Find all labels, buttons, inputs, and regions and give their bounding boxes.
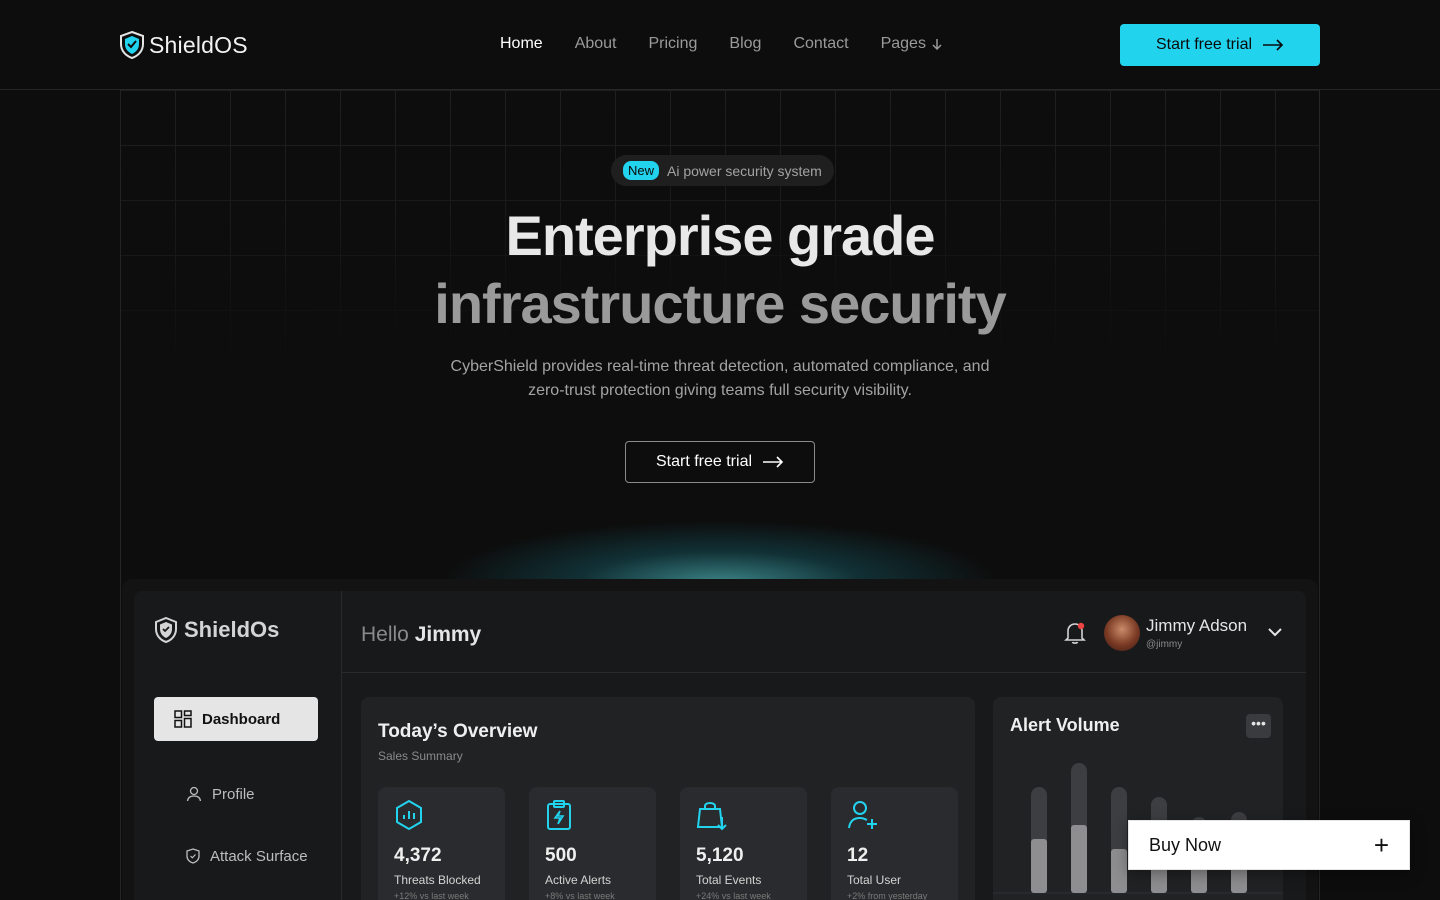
- bag-download-icon: [696, 802, 727, 831]
- stat-card-users[interactable]: 12 Total User +2% from yesterday: [831, 787, 958, 900]
- announcement-badge[interactable]: New Ai power security system: [611, 155, 834, 186]
- brand-logo[interactable]: ShieldOS: [119, 31, 248, 59]
- start-trial-button[interactable]: Start free trial: [1120, 24, 1320, 66]
- stat-label: Total Events: [696, 873, 762, 887]
- bar-fill: [1031, 839, 1047, 893]
- nav-link-contact[interactable]: Contact: [793, 35, 848, 53]
- sidebar-item-dashboard[interactable]: Dashboard: [154, 697, 318, 741]
- stat-trend: +8% vs last week: [545, 891, 615, 900]
- hero-subtitle: CyberShield provides real-time threat de…: [450, 358, 990, 399]
- sidebar-item-label: Attack Surface: [210, 847, 308, 865]
- avatar[interactable]: [1104, 615, 1140, 651]
- start-trial-label: Start free trial: [1155, 36, 1253, 53]
- stat-card-alerts[interactable]: 500 Active Alerts +8% vs last week: [529, 787, 656, 900]
- bar-fill: [1071, 825, 1087, 893]
- buy-now-button[interactable]: Buy Now +: [1128, 820, 1410, 870]
- bar-fill: [1111, 849, 1127, 893]
- buy-now-label: Buy Now: [1149, 834, 1222, 855]
- greeting-word: Hello: [361, 623, 409, 646]
- user-name: Jimmy Adson: [1146, 616, 1248, 635]
- greeting-name: Jimmy: [414, 623, 482, 646]
- stat-value: 500: [545, 845, 577, 866]
- overview-subtitle: Sales Summary: [378, 749, 463, 763]
- stat-label: Active Alerts: [545, 873, 612, 887]
- dashboard-sidebar: ShieldOs Dashboard Profile Attack Surfac…: [134, 591, 342, 900]
- nav-links: Home About Pricing Blog Contact Pages: [500, 35, 944, 53]
- stat-trend: +12% vs last week: [394, 891, 469, 900]
- stat-label: Threats Blocked: [394, 873, 481, 887]
- top-navbar: ShieldOS Home About Pricing Blog Contact…: [0, 0, 1440, 90]
- brand-name: ShieldOS: [149, 31, 248, 58]
- chevron-down-icon[interactable]: [1266, 625, 1284, 639]
- stat-value: 12: [847, 845, 869, 866]
- todays-overview-card: Today’s Overview Sales Summary 4,372 Thr…: [361, 697, 975, 900]
- nav-link-pages[interactable]: Pages: [881, 35, 944, 53]
- greeting: Hello Jimmy: [361, 623, 481, 647]
- nav-link-about[interactable]: About: [575, 35, 617, 53]
- stat-trend: +24% vs last week: [696, 891, 771, 900]
- plus-icon: +: [1373, 830, 1389, 860]
- shield-logo-icon: [155, 617, 177, 643]
- sidebar-item-label: Dashboard: [202, 710, 281, 728]
- hero-start-trial-button[interactable]: Start free trial: [625, 441, 815, 483]
- clipboard-bolt-icon: [547, 800, 571, 830]
- sidebar-item-profile[interactable]: Profile: [154, 772, 318, 816]
- shield-logo-icon: [120, 31, 144, 59]
- nav-link-blog[interactable]: Blog: [729, 35, 761, 53]
- nav-link-pricing[interactable]: Pricing: [649, 35, 698, 53]
- user-add-icon: [848, 801, 877, 829]
- dashboard-logo-text: ShieldOs: [184, 617, 280, 642]
- badge-text: Ai power security system: [667, 162, 822, 179]
- dashboard-logo: ShieldOs: [154, 617, 279, 643]
- stat-card-threats[interactable]: 4,372 Threats Blocked +12% vs last week: [378, 787, 505, 900]
- arrow-down-icon: [932, 39, 942, 51]
- hero-title-line1: Enterprise grade: [505, 204, 935, 267]
- stat-value: 4,372: [394, 845, 442, 866]
- bell-icon[interactable]: [1064, 621, 1086, 645]
- arrow-right-icon: [763, 456, 784, 468]
- grid-icon: [174, 710, 192, 728]
- hero-glow: [440, 520, 1000, 582]
- new-tag: New: [623, 161, 660, 180]
- nav-link-home[interactable]: Home: [500, 35, 543, 53]
- stat-value: 5,120: [696, 845, 744, 866]
- hero-title-line2: infrastructure security: [434, 272, 1006, 335]
- nav-link-pages-label: Pages: [880, 35, 926, 52]
- user-handle: @jimmy: [1146, 639, 1183, 650]
- sidebar-item-attack-surface[interactable]: Attack Surface: [154, 834, 318, 878]
- hero-start-trial-label: Start free trial: [655, 453, 753, 470]
- stat-card-events[interactable]: 5,120 Total Events +24% vs last week: [680, 787, 807, 900]
- shield-icon: [186, 848, 200, 864]
- hexagon-chart-icon: [396, 799, 422, 831]
- dashboard-topbar: Hello Jimmy Jimmy Adson @jimmy: [342, 591, 1306, 673]
- overview-title: Today’s Overview: [378, 721, 538, 742]
- stat-label: Total User: [847, 873, 902, 887]
- arrow-right-icon: [1263, 39, 1284, 51]
- sidebar-item-label: Profile: [212, 785, 255, 803]
- stat-trend: +2% from yesterday: [847, 891, 928, 900]
- user-icon: [186, 786, 202, 802]
